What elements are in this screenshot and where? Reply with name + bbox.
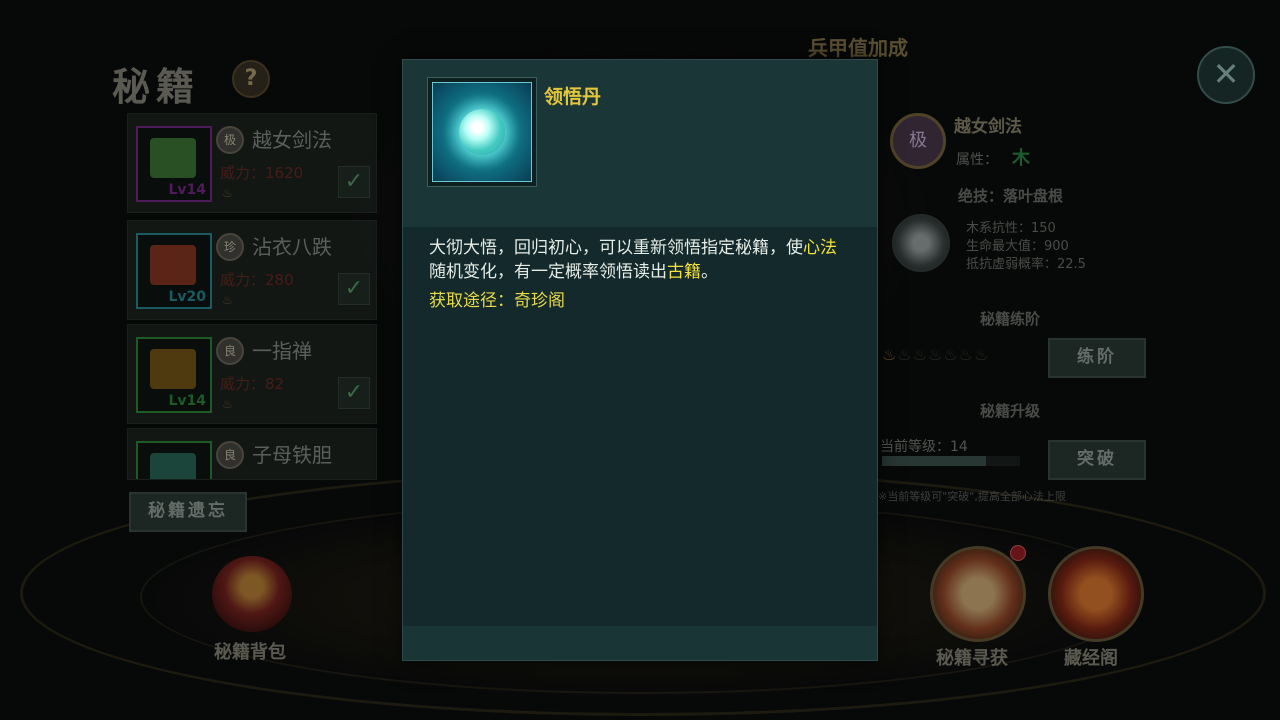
popup-footer — [403, 626, 877, 660]
description-text: 随机变化，有一定概率领悟读出 — [429, 262, 667, 282]
description-text: 大彻大悟，回归初心，可以重新领悟指定秘籍，使 — [429, 238, 803, 258]
item-tooltip-popup: 领悟丹 大彻大悟，回归初心，可以重新领悟指定秘籍，使心法随机变化，有一定概率领悟… — [402, 59, 878, 661]
item-source: 获取途径：奇珍阁 — [429, 291, 565, 311]
pill-icon — [432, 82, 532, 182]
highlight-text: 心法 — [803, 238, 837, 258]
highlight-text: 古籍 — [667, 262, 701, 282]
item-description: 大彻大悟，回归初心，可以重新领悟指定秘籍，使心法随机变化，有一定概率领悟读出古籍… — [429, 236, 853, 284]
item-name: 领悟丹 — [544, 86, 602, 108]
orb-glow — [459, 109, 505, 155]
item-frame — [427, 77, 537, 187]
description-text: 。 — [701, 262, 718, 282]
